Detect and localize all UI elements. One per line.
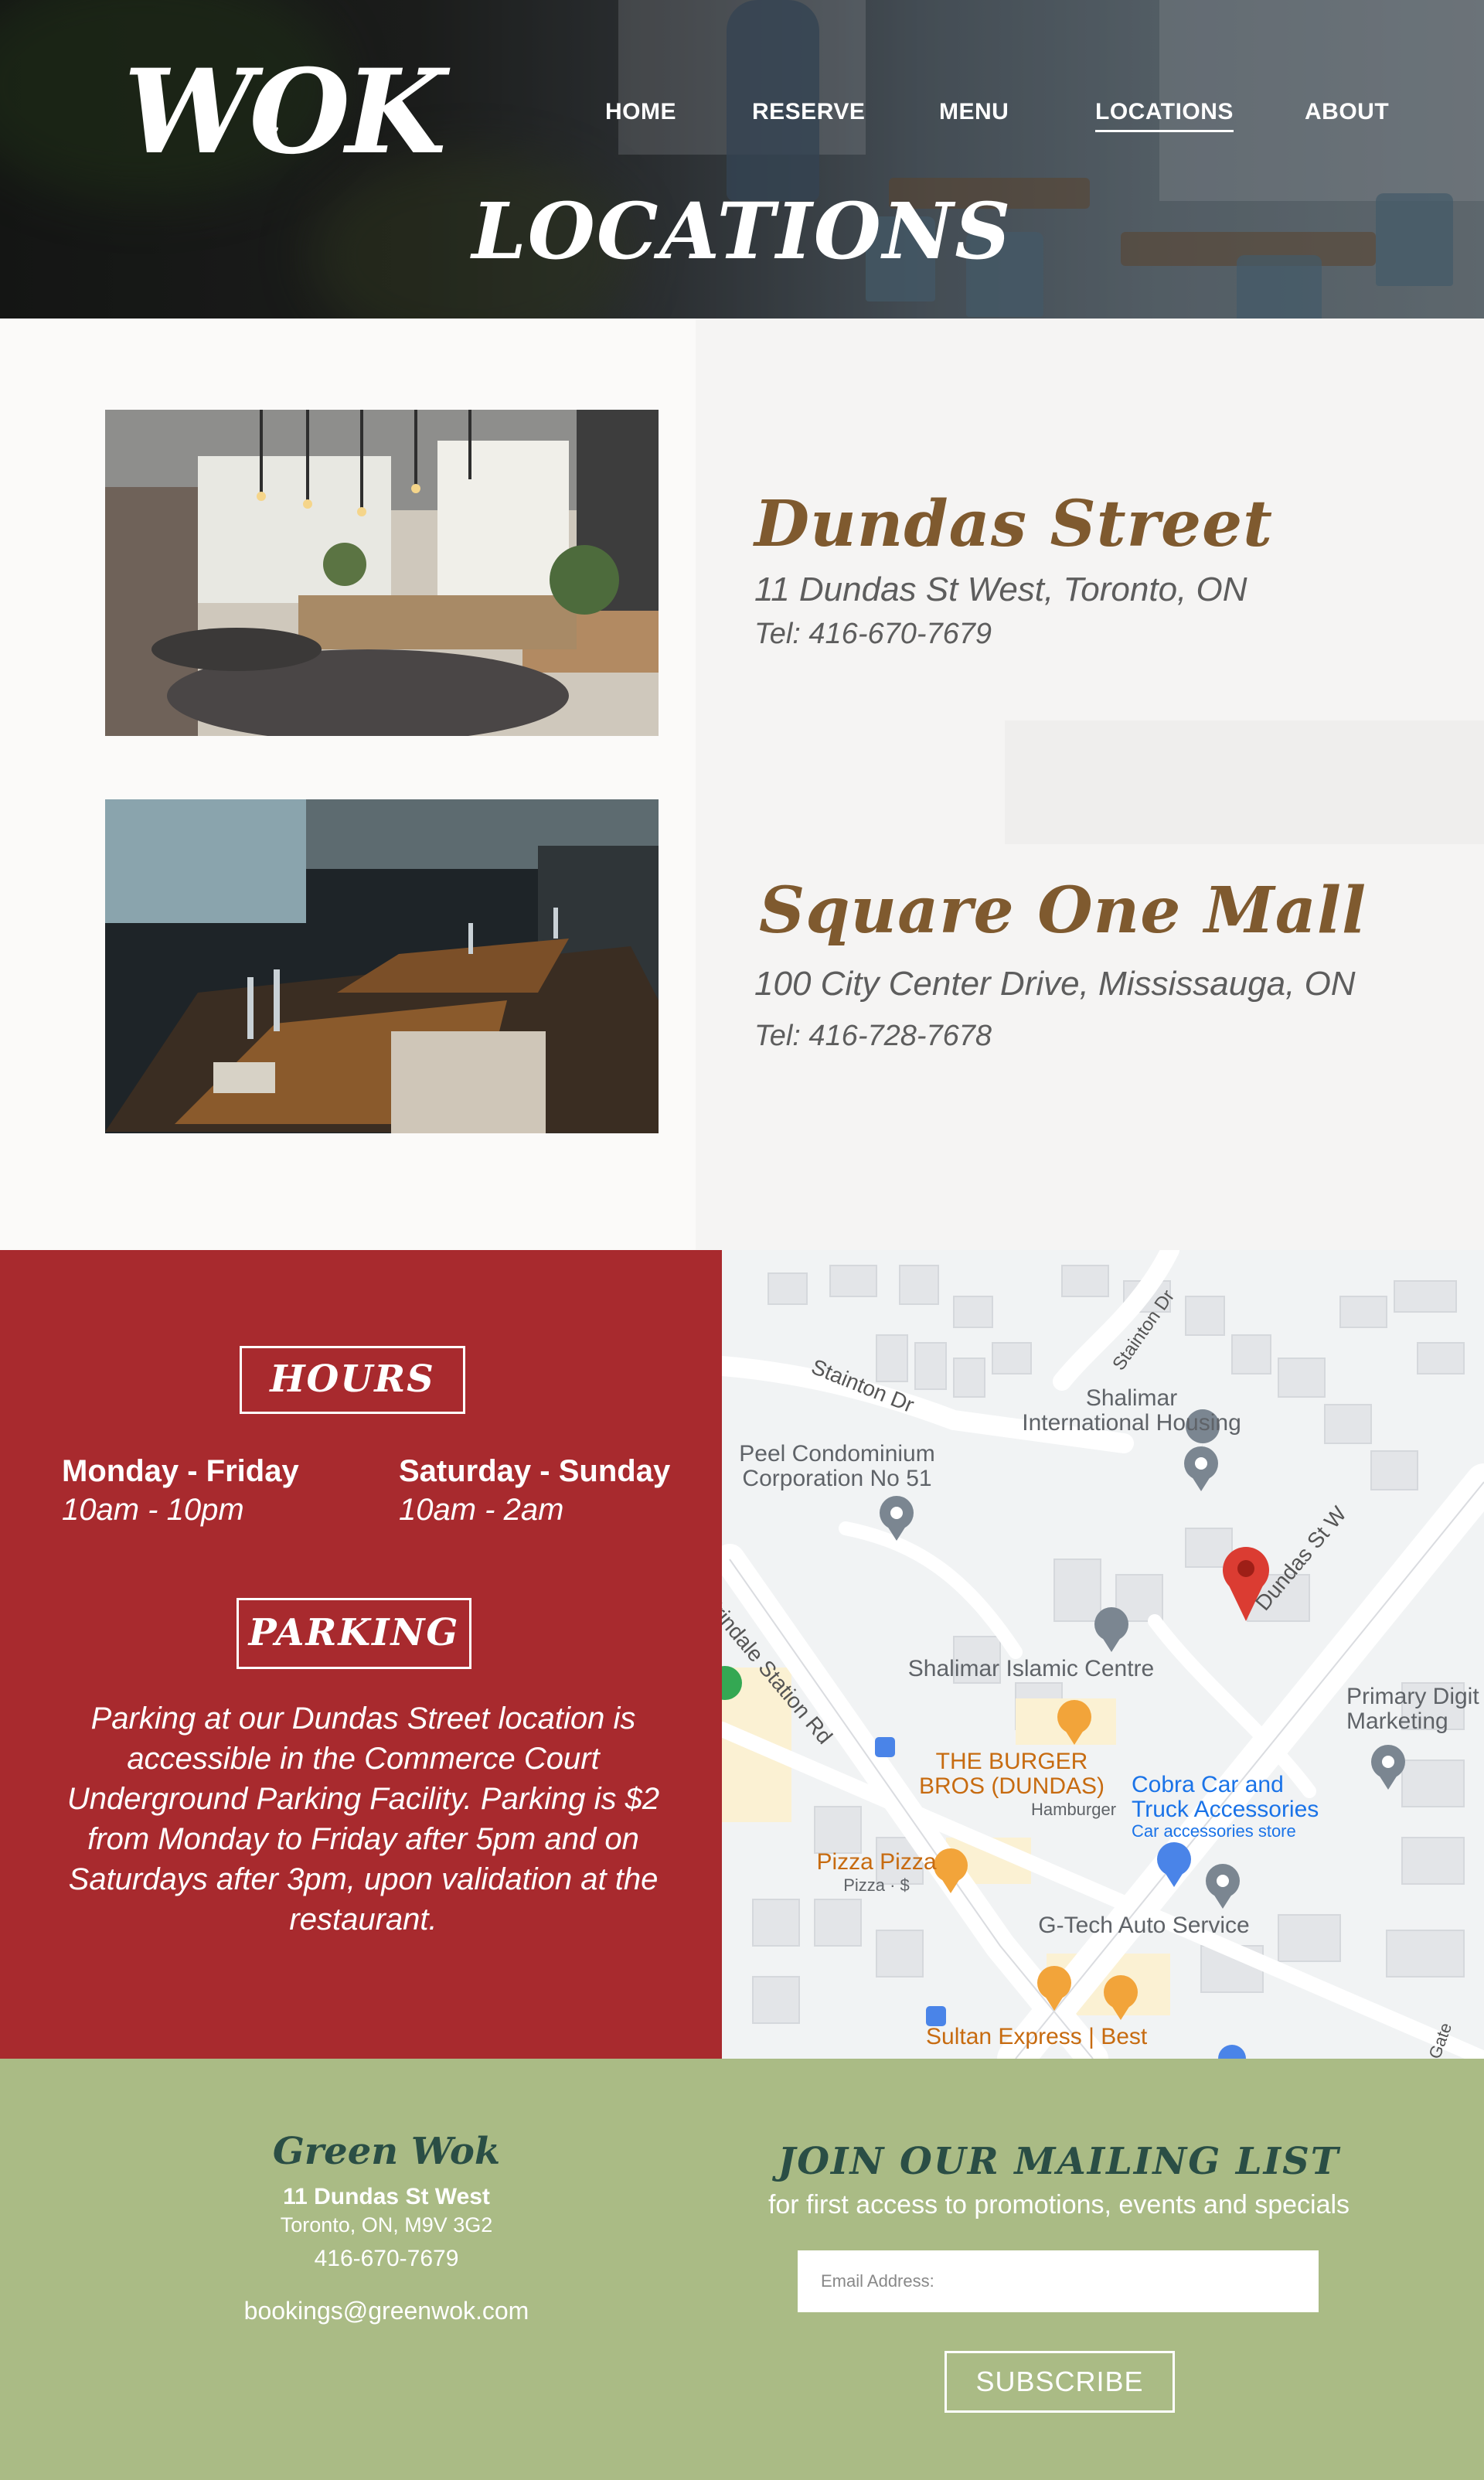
nav-locations[interactable]: LOCATIONS — [1095, 99, 1234, 132]
parking-heading: PARKING — [237, 1598, 471, 1669]
mailing-list-title: JOIN OUR MAILING LIST — [778, 2140, 1340, 2183]
footer-address-line1: 11 Dundas St West — [283, 2184, 490, 2209]
map-place-primary-digital[interactable]: Primary Digit Marketing — [1346, 1685, 1484, 1734]
nav-home[interactable]: HOME — [605, 99, 676, 130]
map-place-cobra[interactable]: Cobra Car and Truck Accessories — [1132, 1773, 1356, 1822]
map-place-islamic-centre[interactable]: Shalimar Islamic Centre — [892, 1657, 1170, 1681]
weekday-label: Monday - Friday — [62, 1454, 299, 1488]
map-place-sultan[interactable]: Sultan Express | Best — [926, 2025, 1173, 2049]
weekday-hours: 10am - 10pm — [62, 1493, 244, 1527]
footer-brand: Green Wok — [272, 2130, 501, 2173]
location-name-square-one: Square One Mall — [759, 874, 1367, 948]
map-place-peel-condo[interactable]: Peel Condominium Corporation No 51 — [725, 1442, 949, 1491]
page-title: LOCATIONS — [471, 186, 1013, 277]
mailing-list-subtitle: for first access to promotions, events a… — [768, 2190, 1350, 2219]
location-address-dundas: 11 Dundas St West, Toronto, ON — [754, 571, 1247, 608]
locations-section: Dundas Street 11 Dundas St West, Toronto… — [0, 319, 1484, 1250]
location-map[interactable]: Stainton Dr Stainton Dr Erindale Station… — [722, 1250, 1484, 2059]
location-address-square-one: 100 City Center Drive, Mississauga, ON — [754, 965, 1356, 1003]
subscribe-button[interactable]: SUBSCRIBE — [945, 2351, 1175, 2413]
dundas-interior-image — [105, 410, 659, 736]
map-place-pizza-sub: Pizza · $ — [843, 1875, 910, 1895]
footer-email[interactable]: bookings@greenwok.com — [193, 2297, 580, 2325]
location-tel-dundas[interactable]: Tel: 416-670-7679 — [754, 618, 992, 651]
location-photo-square-one — [105, 799, 659, 1133]
hours-heading: HOURS — [240, 1346, 465, 1414]
square-one-interior-image — [105, 799, 659, 1133]
hours-parking-panel: HOURS Monday - Friday 10am - 10pm Saturd… — [0, 1250, 722, 2059]
background-faded-photo-2 — [1005, 720, 1484, 844]
nav-menu[interactable]: MENU — [939, 99, 1009, 130]
footer-address-line2: Toronto, ON, M9V 3G2 — [280, 2213, 493, 2236]
location-name-dundas: Dundas Street — [754, 487, 1274, 561]
parking-description: Parking at our Dundas Street location is… — [66, 1702, 660, 1937]
map-place-gtech[interactable]: G-Tech Auto Service — [1028, 1913, 1260, 1938]
weekend-label: Saturday - Sunday — [399, 1454, 671, 1488]
email-input[interactable] — [798, 2250, 1319, 2312]
map-place-shalimar-housing[interactable]: Shalimar International Housing — [1000, 1386, 1263, 1436]
map-place-burger-bros[interactable]: THE BURGER BROS (DUNDAS) — [915, 1749, 1108, 1799]
main-nav: HOME RESERVE MENU LOCATIONS ABOUT — [0, 99, 1484, 132]
nav-about[interactable]: ABOUT — [1305, 99, 1389, 130]
location-photo-dundas — [105, 410, 659, 736]
hero-banner: WOK 绿色 HOME RESERVE MENU LOCATIONS ABOUT… — [0, 0, 1484, 319]
weekend-hours: 10am - 2am — [399, 1493, 564, 1527]
map-place-pizza[interactable]: Pizza Pizza — [807, 1850, 946, 1875]
nav-reserve[interactable]: RESERVE — [752, 99, 865, 130]
location-tel-square-one[interactable]: Tel: 416-728-7678 — [754, 1020, 992, 1053]
footer: Green Wok 11 Dundas St West Toronto, ON,… — [0, 2059, 1484, 2480]
footer-phone[interactable]: 416-670-7679 — [193, 2246, 580, 2272]
map-place-cobra-sub: Car accessories store — [1132, 1821, 1296, 1841]
